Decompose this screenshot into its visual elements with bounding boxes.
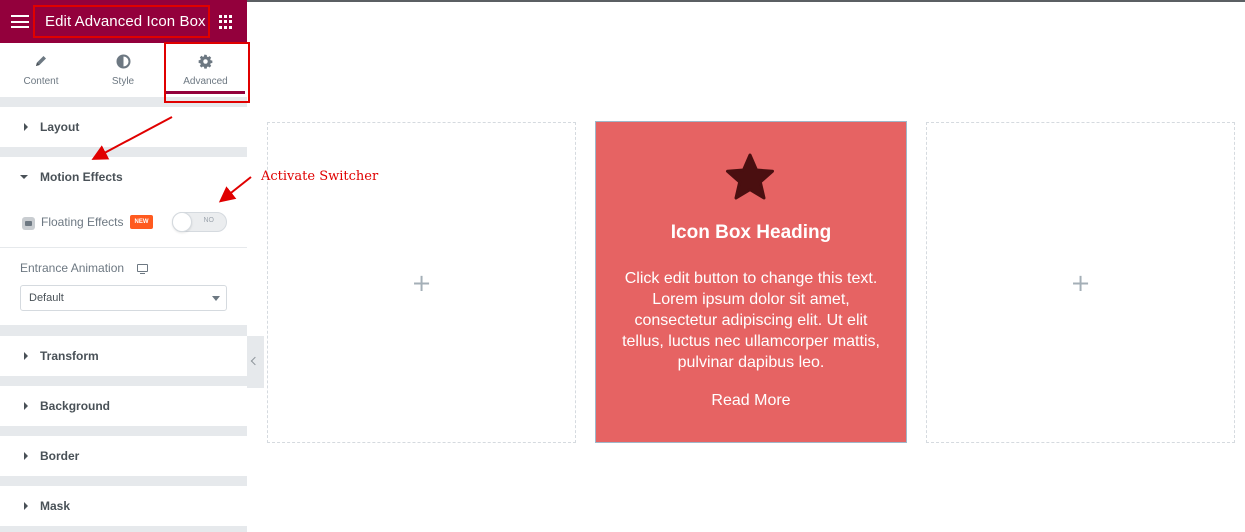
- caret-right-icon: [24, 452, 28, 460]
- floating-effects-icon: [22, 217, 35, 230]
- section-background-label: Background: [40, 399, 111, 413]
- section-motion-effects-header[interactable]: Motion Effects: [0, 157, 247, 197]
- floating-effects-switch[interactable]: NO: [172, 212, 227, 232]
- chevron-left-icon: [250, 356, 260, 366]
- caret-right-icon: [24, 502, 28, 510]
- section-mask-label: Mask: [40, 499, 71, 513]
- annotation-label: Activate Switcher: [261, 169, 379, 184]
- tab-content[interactable]: Content: [0, 43, 82, 97]
- half-circle-icon: [82, 54, 164, 70]
- section-motion-effects-label: Motion Effects: [40, 170, 123, 184]
- widgets-grid-icon[interactable]: [219, 15, 233, 29]
- caret-right-icon: [24, 402, 28, 410]
- empty-column-right[interactable]: +: [926, 122, 1235, 443]
- caret-down-icon: [20, 175, 28, 179]
- section-border[interactable]: Border: [0, 436, 247, 476]
- section-layout[interactable]: Layout: [0, 107, 247, 147]
- floating-effects-label: Floating Effects: [41, 215, 124, 229]
- canvas-top-border: [247, 0, 1245, 2]
- caret-right-icon: [24, 123, 28, 131]
- section-layout-label: Layout: [40, 120, 80, 134]
- tab-content-label: Content: [23, 76, 59, 87]
- annotation-highlight-title: [33, 5, 210, 38]
- tab-style[interactable]: Style: [82, 43, 164, 97]
- switch-knob: [172, 212, 192, 232]
- caret-right-icon: [24, 352, 28, 360]
- hamburger-menu-icon[interactable]: [11, 15, 29, 28]
- section-mask[interactable]: Mask: [0, 486, 247, 526]
- switch-state-text: NO: [203, 217, 215, 224]
- entrance-animation-label: Entrance Animation: [20, 261, 125, 275]
- section-background[interactable]: Background: [0, 386, 247, 426]
- tab-style-label: Style: [111, 76, 135, 87]
- entrance-animation-value: Default: [29, 292, 64, 304]
- section-transform-label: Transform: [40, 349, 99, 363]
- icon-box-widget[interactable]: Icon Box Heading Click edit button to ch…: [595, 121, 907, 443]
- pencil-icon: [0, 54, 82, 70]
- chevron-down-icon: [212, 296, 220, 301]
- monitor-icon[interactable]: [137, 264, 148, 274]
- collapse-panel-handle[interactable]: [247, 336, 264, 388]
- new-badge: NEW: [130, 215, 153, 229]
- add-element-icon[interactable]: +: [1070, 269, 1090, 297]
- icon-box-description: Click edit button to change this text. L…: [622, 270, 880, 371]
- add-element-icon[interactable]: +: [411, 269, 431, 297]
- read-more-link[interactable]: Read More: [596, 392, 906, 410]
- entrance-animation-select[interactable]: Default: [20, 285, 227, 311]
- section-transform[interactable]: Transform: [0, 336, 247, 376]
- section-border-label: Border: [40, 449, 80, 463]
- divider: [0, 247, 247, 248]
- star-icon: [726, 153, 774, 200]
- icon-box-heading: Icon Box Heading: [670, 222, 832, 243]
- annotation-highlight-advanced-tab: [164, 42, 250, 103]
